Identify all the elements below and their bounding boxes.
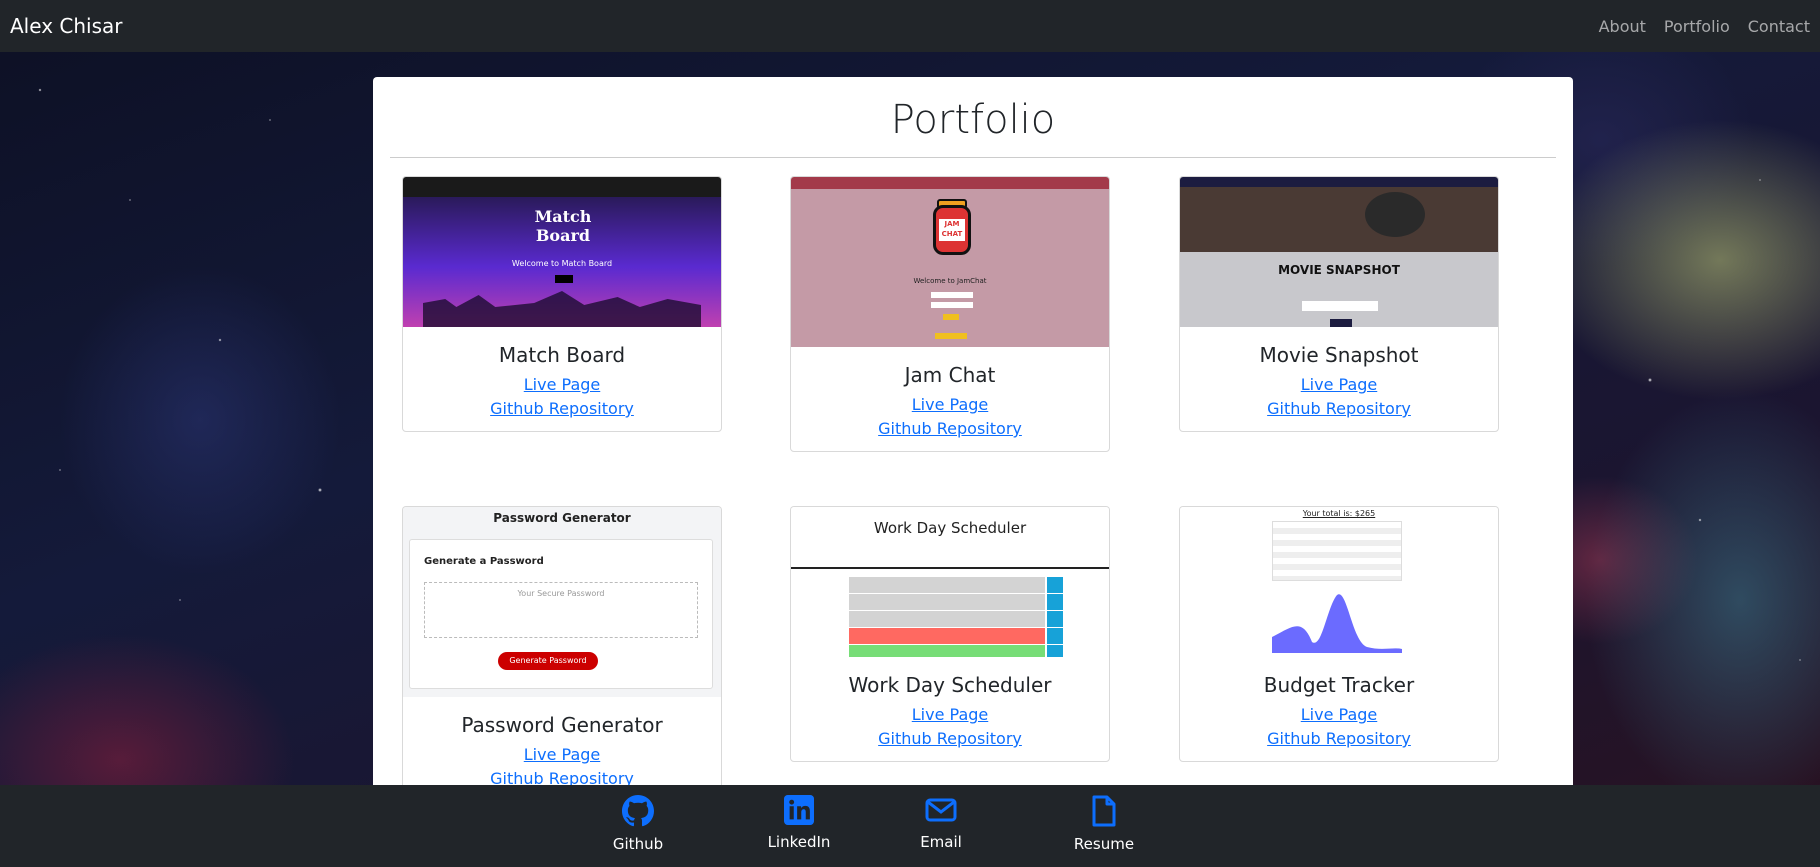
project-title: Budget Tracker bbox=[1263, 673, 1415, 697]
thumbnail-button bbox=[1330, 319, 1352, 327]
time-block-past bbox=[849, 577, 1045, 593]
envelope-icon bbox=[925, 798, 957, 822]
project-card-password-generator: Password Generator Generate a Password Y… bbox=[402, 506, 722, 797]
time-block-future bbox=[849, 645, 1045, 657]
live-page-link[interactable]: Live Page bbox=[1180, 373, 1498, 397]
thumbnail-input bbox=[1302, 301, 1378, 311]
footer-label: LinkedIn bbox=[767, 833, 831, 851]
thumbnail-button: Generate Password bbox=[498, 652, 598, 670]
project-thumbnail: MOVIE SNAPSHOT bbox=[1180, 177, 1498, 327]
thumbnail-input bbox=[931, 292, 973, 298]
thumbnail-divider bbox=[791, 567, 1109, 569]
document-icon bbox=[1092, 795, 1116, 827]
footer-label: Resume bbox=[1073, 835, 1135, 853]
save-icon bbox=[1047, 577, 1063, 593]
save-icon bbox=[1047, 628, 1063, 644]
github-repository-link[interactable]: Github Repository bbox=[403, 397, 721, 421]
live-page-link[interactable]: Live Page bbox=[1180, 703, 1498, 727]
project-card-work-day-scheduler: Work Day Scheduler Work Day Scheduler Li… bbox=[790, 506, 1110, 762]
project-card-match-board: Match Board Welcome to Match Board Match… bbox=[402, 176, 722, 432]
thumbnail-heading: Password Generator bbox=[493, 511, 631, 525]
live-page-link[interactable]: Live Page bbox=[403, 373, 721, 397]
navbar: Alex Chisar About Portfolio Contact bbox=[0, 0, 1820, 52]
project-thumbnail: Password Generator Generate a Password Y… bbox=[403, 507, 721, 697]
nav-link-contact[interactable]: Contact bbox=[1748, 17, 1810, 36]
time-block-past bbox=[849, 594, 1045, 610]
page-title: Portfolio bbox=[890, 97, 1056, 143]
project-title: Jam Chat bbox=[904, 363, 996, 387]
match-board-logo: Match Board bbox=[534, 207, 592, 245]
jar-label: JAM CHAT bbox=[939, 219, 965, 241]
thumbnail-heading: Your total is: $265 bbox=[1302, 509, 1376, 518]
time-block-present bbox=[849, 628, 1045, 644]
project-card-jam-chat: JAM CHAT Welcome to JamChat Jam Chat Liv… bbox=[790, 176, 1110, 452]
footer-link-resume[interactable]: Resume bbox=[1073, 795, 1135, 853]
project-card-budget-tracker: Your total is: $265 Budget Tracker Live … bbox=[1179, 506, 1499, 762]
save-icon bbox=[1047, 611, 1063, 627]
project-thumbnail: Match Board Welcome to Match Board bbox=[403, 177, 721, 327]
time-block-past bbox=[849, 611, 1045, 627]
live-page-link[interactable]: Live Page bbox=[403, 743, 721, 767]
save-icon bbox=[1047, 645, 1063, 657]
project-title: Match Board bbox=[498, 343, 626, 367]
thumbnail-button bbox=[555, 275, 573, 283]
footer-link-linkedin[interactable]: LinkedIn bbox=[764, 795, 834, 851]
nav-links: About Portfolio Contact bbox=[1599, 17, 1810, 36]
thumbnail-table bbox=[1272, 521, 1402, 581]
chess-silhouette bbox=[423, 291, 701, 327]
footer-label: Github bbox=[612, 835, 664, 853]
github-repository-link[interactable]: Github Repository bbox=[1180, 727, 1498, 751]
project-thumbnail: JAM CHAT Welcome to JamChat bbox=[791, 177, 1109, 347]
project-thumbnail: Work Day Scheduler bbox=[791, 507, 1109, 657]
project-card-movie-snapshot: MOVIE SNAPSHOT Movie Snapshot Live Page … bbox=[1179, 176, 1499, 432]
github-repository-link[interactable]: Github Repository bbox=[1180, 397, 1498, 421]
github-icon bbox=[622, 795, 654, 827]
divider bbox=[390, 157, 1556, 158]
footer: Github LinkedIn Email Resume bbox=[0, 785, 1820, 867]
project-title: Work Day Scheduler bbox=[848, 673, 1052, 697]
thumbnail-input bbox=[931, 302, 973, 308]
thumbnail-welcome-text: Welcome to JamChat bbox=[913, 277, 987, 285]
nav-link-about[interactable]: About bbox=[1599, 17, 1646, 36]
thumbnail-title: MOVIE SNAPSHOT bbox=[1278, 263, 1400, 277]
nav-link-portfolio[interactable]: Portfolio bbox=[1664, 17, 1730, 36]
linkedin-icon bbox=[784, 795, 814, 825]
live-page-link[interactable]: Live Page bbox=[791, 703, 1109, 727]
popcorn-bowl bbox=[1365, 192, 1425, 237]
thumbnail-card: Generate a Password Your Secure Password… bbox=[409, 539, 713, 689]
thumbnail-heading: Work Day Scheduler bbox=[873, 519, 1027, 537]
live-page-link[interactable]: Live Page bbox=[791, 393, 1109, 417]
project-title: Password Generator bbox=[461, 713, 663, 737]
thumbnail-button bbox=[943, 314, 959, 320]
thumbnail-button bbox=[935, 333, 967, 339]
footer-link-email[interactable]: Email bbox=[917, 795, 965, 851]
thumbnail-area-chart bbox=[1272, 594, 1402, 653]
github-repository-link[interactable]: Github Repository bbox=[791, 417, 1109, 441]
footer-label: Email bbox=[920, 833, 962, 851]
footer-link-github[interactable]: Github bbox=[608, 795, 668, 853]
thumbnail-textarea: Your Secure Password bbox=[424, 582, 698, 638]
save-icon bbox=[1047, 594, 1063, 610]
portfolio-panel: Portfolio Match Board Welcome to Match B… bbox=[373, 77, 1573, 797]
github-repository-link[interactable]: Github Repository bbox=[791, 727, 1109, 751]
brand-name[interactable]: Alex Chisar bbox=[10, 14, 122, 38]
project-thumbnail: Your total is: $265 bbox=[1180, 507, 1498, 657]
project-title: Movie Snapshot bbox=[1259, 343, 1419, 367]
thumbnail-subheading: Generate a Password bbox=[424, 556, 544, 567]
thumbnail-welcome-text: Welcome to Match Board bbox=[511, 259, 613, 268]
